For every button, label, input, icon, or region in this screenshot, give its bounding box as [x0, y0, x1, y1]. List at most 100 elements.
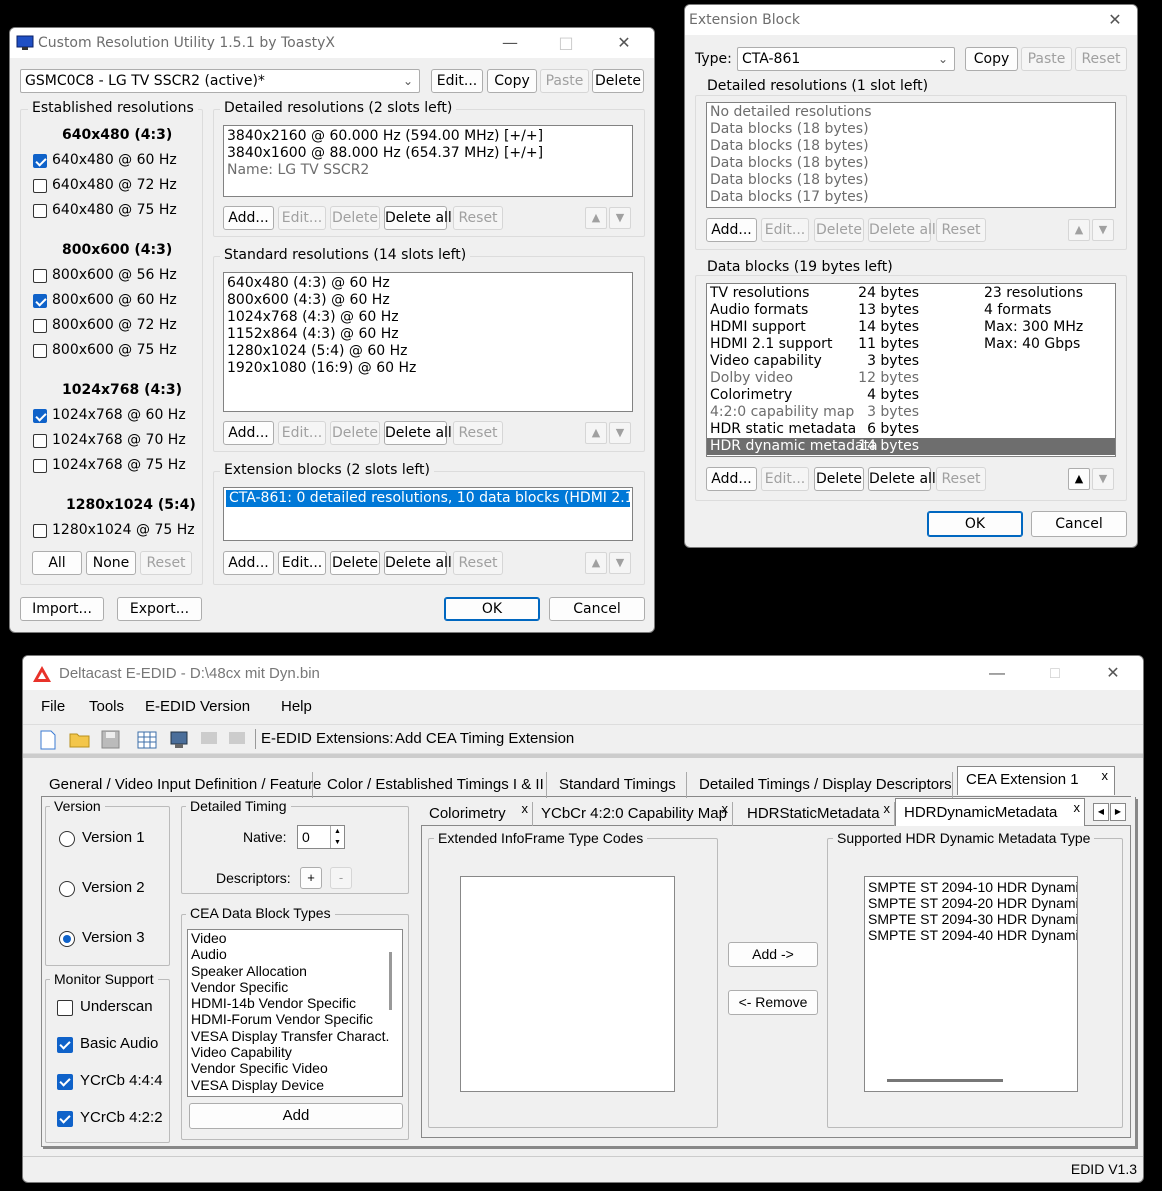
main-tab[interactable]: General / Video Input Definition / Featu…: [41, 772, 321, 798]
arrow-down-icon[interactable]: ▼: [609, 207, 631, 229]
menu-item[interactable]: Help: [281, 698, 312, 715]
resolution-checkbox[interactable]: [33, 344, 47, 358]
resolution-checkbox[interactable]: [33, 294, 47, 308]
add-descriptor-button[interactable]: +: [300, 867, 322, 889]
export-button[interactable]: Export...: [117, 597, 202, 621]
datablock-row[interactable]: Video capability 3 bytes: [707, 353, 1115, 370]
delete-all-button[interactable]: Delete all: [384, 206, 452, 230]
resolution-checkbox[interactable]: [33, 459, 47, 473]
close-icon[interactable]: ✕: [1095, 7, 1135, 33]
version-radio-label[interactable]: Version 1: [82, 829, 145, 846]
delete-button[interactable]: Delete: [330, 551, 380, 575]
none-button[interactable]: None: [86, 551, 136, 575]
tab-close-icon[interactable]: x: [722, 797, 729, 821]
resolution-checkbox-label[interactable]: 640x480 @ 60 Hz: [52, 152, 177, 168]
add-button[interactable]: Add...: [223, 551, 274, 575]
delete-button[interactable]: Delete: [814, 467, 864, 491]
copy-monitor-button[interactable]: Copy: [487, 69, 537, 93]
monitor-checkbox-label[interactable]: YCrCb 4:2:2: [80, 1109, 163, 1126]
cea-scrollbar[interactable]: [389, 952, 392, 1010]
list-item[interactable]: Data blocks (18 bytes): [707, 155, 1115, 172]
monitor-checkbox[interactable]: [57, 1111, 73, 1127]
list-item[interactable]: 1152x864 (4:3) @ 60 Hz: [224, 326, 632, 343]
menu-item[interactable]: Tools: [89, 698, 124, 715]
list-item[interactable]: 3840x2160 @ 60.000 Hz (594.00 MHz) [+/+]: [224, 128, 632, 145]
version-radio[interactable]: [59, 881, 75, 897]
save-icon[interactable]: [101, 730, 121, 750]
delete-all-button[interactable]: Delete all: [384, 551, 452, 575]
cea-list-item[interactable]: Vendor Specific: [188, 979, 402, 995]
delete-all-button[interactable]: Delete all: [868, 218, 936, 242]
main-tab[interactable]: Color / Established Timings I & II: [319, 772, 547, 798]
datablock-row[interactable]: HDR dynamic metadata 14 bytes: [707, 438, 1115, 455]
tab-close-icon[interactable]: x: [884, 797, 891, 821]
datablock-row[interactable]: Audio formats 13 bytes 4 formats: [707, 302, 1115, 319]
ext-detailed-list[interactable]: No detailed resolutions Data blocks (18 b…: [706, 102, 1116, 208]
cea-list-item[interactable]: VESA Display Device: [188, 1077, 402, 1093]
list-item[interactable]: 1920x1080 (16:9) @ 60 Hz: [224, 360, 632, 377]
ok-button[interactable]: OK: [444, 597, 540, 621]
main-tab[interactable]: Standard Timings: [551, 772, 687, 798]
resolution-checkbox-label[interactable]: 800x600 @ 56 Hz: [52, 267, 177, 283]
resolution-checkbox-label[interactable]: 640x480 @ 75 Hz: [52, 202, 177, 218]
all-button[interactable]: All: [32, 551, 82, 575]
resolution-checkbox-label[interactable]: 1280x1024 @ 75 Hz: [52, 522, 195, 538]
cea-list-item[interactable]: Vendor Specific Video: [188, 1060, 402, 1076]
sub-tab[interactable]: Colorimetry x: [421, 801, 533, 826]
main-tab[interactable]: CEA Extension 1 x: [957, 766, 1115, 795]
version-radio-label[interactable]: Version 2: [82, 879, 145, 896]
import-button[interactable]: Import...: [20, 597, 104, 621]
list-item[interactable]: 3840x1600 @ 88.000 Hz (654.37 MHz) [+/+]: [224, 145, 632, 162]
arrow-down-icon[interactable]: ▼: [609, 552, 631, 574]
edit-button[interactable]: Edit...: [761, 467, 809, 491]
add-button[interactable]: Add...: [223, 206, 274, 230]
tab-close-icon[interactable]: x: [1074, 794, 1081, 822]
resolution-checkbox[interactable]: [33, 434, 47, 448]
resolution-checkbox-label[interactable]: 800x600 @ 60 Hz: [52, 292, 177, 308]
arrow-down-icon[interactable]: ▼: [1092, 468, 1114, 490]
cea-list-item[interactable]: Speaker Allocation: [188, 963, 402, 979]
edit-button[interactable]: Edit...: [278, 551, 326, 575]
monitor-checkbox-label[interactable]: Underscan: [80, 998, 153, 1015]
edit-button[interactable]: Edit...: [278, 206, 326, 230]
cea-list-item[interactable]: VESA Display Transfer Charact.: [188, 1028, 402, 1044]
add-cea-timing-extension[interactable]: Add CEA Timing Extension: [395, 730, 574, 747]
sub-tab[interactable]: HDRStaticMetadata x: [739, 801, 895, 826]
reset-button[interactable]: Reset: [936, 218, 986, 242]
paste-monitor-button[interactable]: Paste: [540, 69, 589, 93]
close-icon[interactable]: ✕: [604, 30, 644, 56]
ext-infoframe-list[interactable]: [460, 876, 675, 1092]
monitor-checkbox-label[interactable]: YCrCb 4:4:4: [80, 1072, 163, 1089]
minimize-icon[interactable]: —: [977, 661, 1017, 687]
resolution-checkbox-label[interactable]: 640x480 @ 72 Hz: [52, 177, 177, 193]
cea-list-item[interactable]: Video: [188, 930, 402, 946]
datablocks-list[interactable]: TV resolutions 24 bytes 23 resolutions Audi…: [706, 283, 1116, 457]
supported-list[interactable]: SMPTE ST 2094-10 HDR Dynamic SMPTE ST 209…: [864, 876, 1078, 1092]
supported-list-item[interactable]: SMPTE ST 2094-30 HDR Dynamic: [865, 911, 1077, 927]
datablock-row[interactable]: Colorimetry 4 bytes: [707, 387, 1115, 404]
resolution-checkbox-label[interactable]: 1024x768 @ 70 Hz: [52, 432, 186, 448]
add-cea-button[interactable]: Add: [189, 1103, 403, 1129]
reset-type-button[interactable]: Reset: [1075, 47, 1127, 71]
cea-list[interactable]: Video Audio Speaker Allocation Vendor Speci…: [187, 929, 403, 1097]
tab-close-icon[interactable]: x: [1102, 763, 1109, 789]
delete-button[interactable]: Delete: [330, 206, 380, 230]
spin-down-icon[interactable]: ▼: [330, 837, 344, 848]
remove-descriptor-button[interactable]: -: [330, 867, 352, 889]
native-stepper[interactable]: 0 ▲ ▼: [297, 825, 345, 849]
list-item[interactable]: Data blocks (18 bytes): [707, 172, 1115, 189]
cancel-button[interactable]: Cancel: [1031, 511, 1127, 537]
paste-type-button[interactable]: Paste: [1021, 47, 1072, 71]
add-button[interactable]: Add...: [706, 218, 757, 242]
resolution-checkbox-label[interactable]: 800x600 @ 72 Hz: [52, 317, 177, 333]
list-item[interactable]: Data blocks (18 bytes): [707, 121, 1115, 138]
spin-up-icon[interactable]: ▲: [330, 826, 344, 837]
type-select[interactable]: CTA-861 ⌄: [737, 47, 955, 71]
sub-tab[interactable]: HDRDynamicMetadata x: [895, 798, 1085, 826]
version-radio[interactable]: [59, 831, 75, 847]
open-folder-icon[interactable]: [69, 731, 91, 749]
resolution-checkbox-label[interactable]: 1024x768 @ 75 Hz: [52, 457, 186, 473]
reset-button[interactable]: Reset: [453, 421, 503, 445]
edit-button[interactable]: Edit...: [761, 218, 809, 242]
menu-item[interactable]: File: [41, 698, 65, 715]
